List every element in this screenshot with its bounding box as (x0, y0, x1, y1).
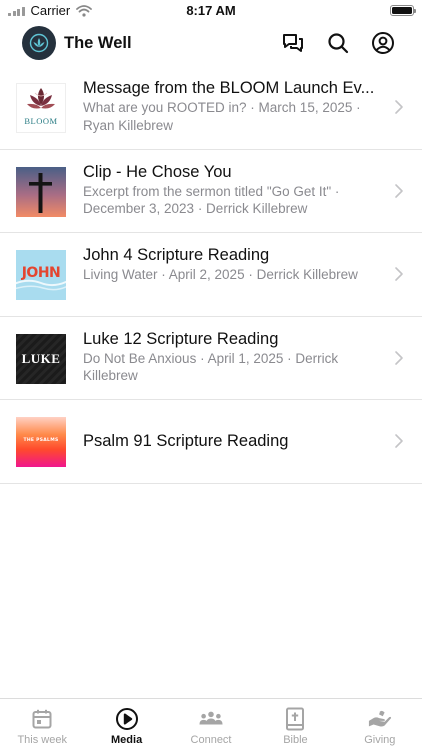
luke-thumb-text: LUKE (21, 350, 61, 366)
chevron-right-icon (395, 434, 403, 448)
luke-thumbnail: LUKE (16, 333, 66, 384)
media-item-title: Luke 12 Scripture Reading (83, 329, 279, 348)
app-title: The Well (64, 34, 132, 52)
bible-icon (283, 707, 307, 731)
messages-button[interactable] (280, 30, 306, 56)
tab-label: This week (17, 734, 67, 746)
chat-icon (283, 34, 303, 52)
media-item-text: Psalm 91 Scripture Reading (83, 431, 380, 452)
battery-icon (390, 5, 416, 16)
chevron-right-icon (395, 267, 403, 281)
app-header: The Well (0, 24, 422, 64)
media-list: BLOOM Message from the BLOOM Launch Ev..… (0, 66, 422, 484)
tab-giving[interactable]: Giving (338, 699, 422, 750)
psalms-thumb-text: THE PSALMS (23, 438, 59, 443)
tab-label: Giving (364, 734, 396, 746)
media-item-title: Clip - He Chose You (83, 162, 232, 181)
bloom-thumbnail: BLOOM (16, 83, 66, 133)
tab-bar: This week Media Connect Bible Giving (0, 698, 422, 750)
media-item-subtitle: Do Not Be Anxious · April 1, 2025 · Derr… (83, 350, 339, 384)
media-item[interactable]: Clip - He Chose You Excerpt from the ser… (0, 150, 422, 233)
media-item-text: John 4 Scripture Reading Living Water · … (83, 245, 380, 284)
church-logo (22, 26, 56, 60)
media-item-subtitle: Excerpt from the sermon titled "Go Get I… (83, 183, 340, 217)
status-time: 8:17 AM (186, 3, 236, 18)
bloom-thumb-text: BLOOM (24, 116, 58, 126)
tab-label: Bible (283, 734, 308, 746)
tab-connect[interactable]: Connect (169, 699, 253, 750)
search-icon (328, 33, 349, 54)
chevron-right-icon (395, 100, 403, 114)
calendar-icon (30, 707, 54, 731)
media-item[interactable]: THE PSALMS Psalm 91 Scripture Reading (0, 400, 422, 484)
psalms-thumbnail: THE PSALMS (16, 417, 66, 467)
people-icon (199, 707, 223, 731)
giving-hand-icon (368, 707, 392, 731)
play-icon (115, 707, 139, 731)
media-item-text: Luke 12 Scripture Reading Do Not Be Anxi… (83, 329, 380, 385)
media-item-text: Message from the BLOOM Launch Ev... What… (83, 78, 380, 134)
tab-media[interactable]: Media (84, 699, 168, 750)
john-thumb-text: JOHN (21, 265, 61, 281)
cross-thumbnail (16, 166, 66, 217)
tab-this-week[interactable]: This week (0, 699, 84, 750)
media-item[interactable]: BLOOM Message from the BLOOM Launch Ev..… (0, 66, 422, 150)
tab-label: Media (111, 734, 143, 746)
lotus-icon (29, 33, 49, 53)
media-item-text: Clip - He Chose You Excerpt from the ser… (83, 162, 380, 218)
profile-icon (372, 32, 394, 54)
status-bar: Carrier 8:17 AM (0, 0, 422, 22)
tab-label: Connect (190, 734, 232, 746)
media-item[interactable]: JOHN John 4 Scripture Reading Living Wat… (0, 233, 422, 317)
media-item-subtitle: Living Water · April 2, 2025 · Derrick K… (83, 267, 358, 282)
media-item[interactable]: LUKE Luke 12 Scripture Reading Do Not Be… (0, 317, 422, 400)
media-item-subtitle: What are you ROOTED in? · March 15, 2025… (83, 100, 361, 133)
john-thumbnail: JOHN (16, 250, 66, 300)
media-item-title: Psalm 91 Scripture Reading (83, 432, 289, 450)
chevron-right-icon (395, 183, 403, 198)
media-item-title: John 4 Scripture Reading (83, 246, 270, 264)
tab-bible[interactable]: Bible (253, 699, 337, 750)
chevron-right-icon (395, 350, 403, 365)
profile-button[interactable] (370, 30, 396, 56)
media-item-title: Message from the BLOOM Launch Ev... (83, 79, 375, 97)
search-button[interactable] (325, 30, 351, 56)
